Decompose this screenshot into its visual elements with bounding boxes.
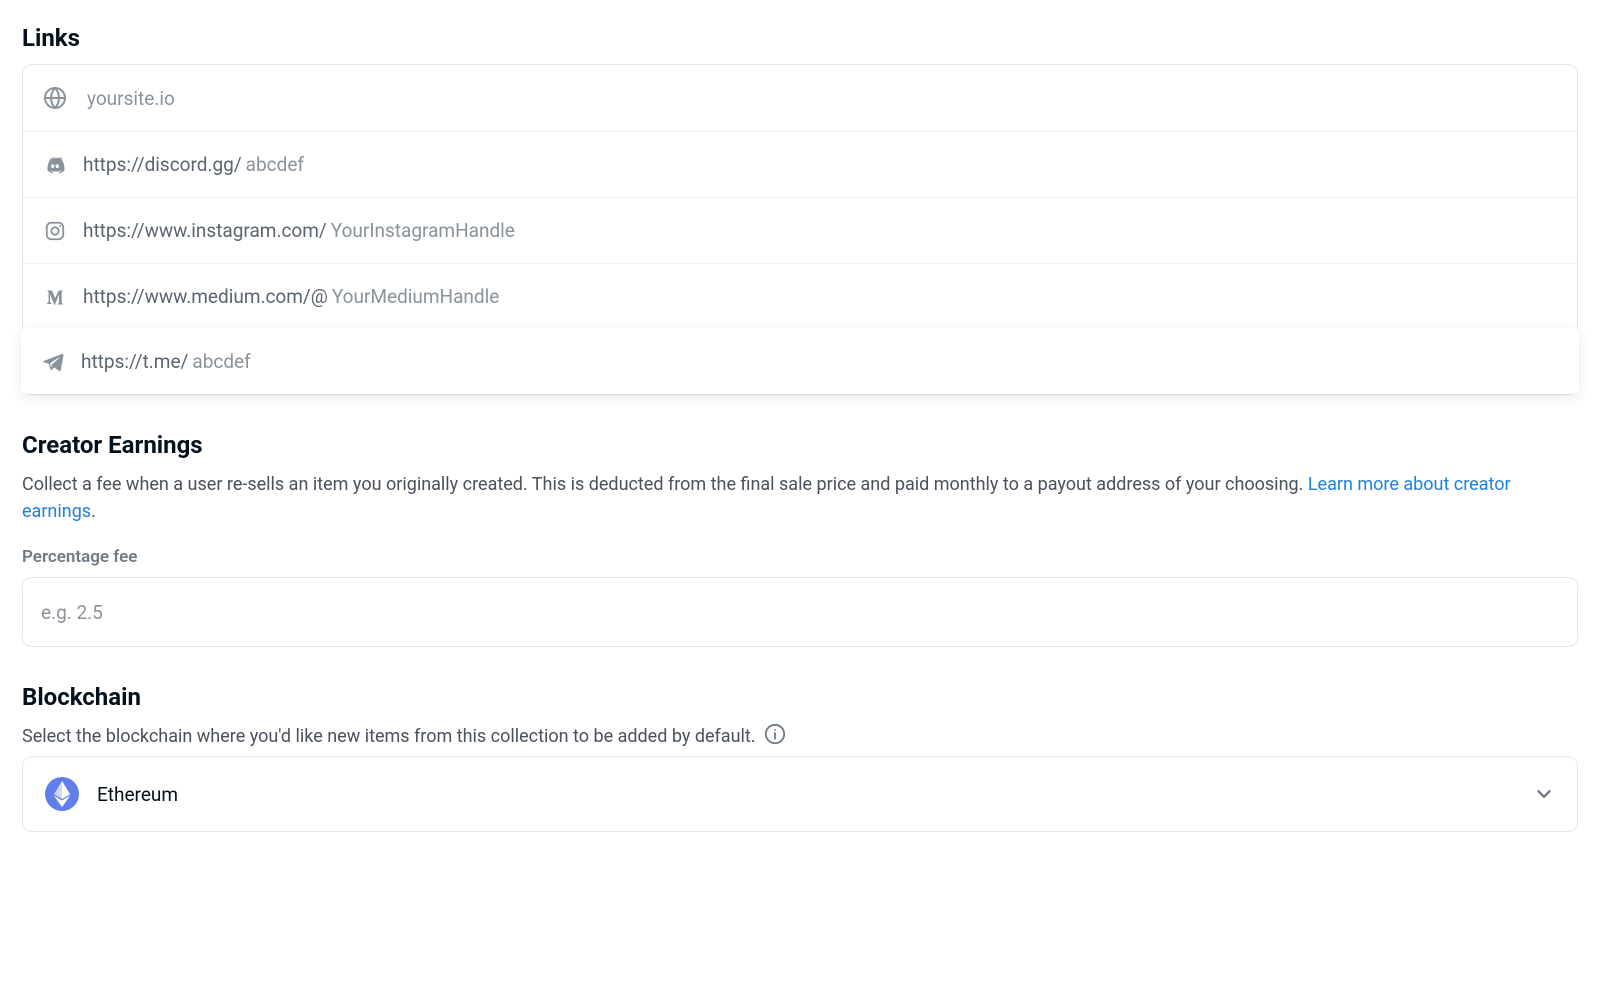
globe-icon	[41, 86, 69, 110]
blockchain-selected-label: Ethereum	[97, 783, 1533, 806]
blockchain-description: Select the blockchain where you'd like n…	[22, 723, 1578, 750]
telegram-icon	[39, 350, 67, 374]
links-section: Links https://discord.gg/ https://www.in…	[22, 24, 1578, 395]
blockchain-description-text: Select the blockchain where you'd like n…	[22, 726, 756, 747]
instagram-icon	[41, 220, 69, 242]
links-box: https://discord.gg/ https://www.instagra…	[22, 64, 1578, 395]
blockchain-heading: Blockchain	[22, 683, 1578, 711]
instagram-prefix: https://www.instagram.com/	[83, 219, 327, 242]
blockchain-section: Blockchain Select the blockchain where y…	[22, 683, 1578, 832]
earnings-section: Creator Earnings Collect a fee when a us…	[22, 431, 1578, 647]
earnings-heading: Creator Earnings	[22, 431, 1578, 459]
link-row-telegram[interactable]: https://t.me/	[21, 328, 1579, 394]
links-heading: Links	[22, 24, 1578, 52]
link-row-medium[interactable]: https://www.medium.com/@	[23, 263, 1577, 329]
telegram-prefix: https://t.me/	[81, 350, 188, 373]
link-row-website[interactable]	[23, 65, 1577, 131]
earnings-description-text: Collect a fee when a user re-sells an it…	[22, 474, 1303, 495]
earnings-description: Collect a fee when a user re-sells an it…	[22, 471, 1578, 525]
telegram-input[interactable]	[188, 350, 1561, 373]
chevron-down-icon	[1533, 783, 1555, 805]
link-row-instagram[interactable]: https://www.instagram.com/	[23, 197, 1577, 263]
link-row-discord[interactable]: https://discord.gg/	[23, 131, 1577, 197]
percentage-fee-input[interactable]	[22, 577, 1578, 647]
medium-input[interactable]	[328, 285, 1559, 308]
blockchain-select[interactable]: Ethereum	[22, 756, 1578, 832]
discord-input[interactable]	[242, 153, 1559, 176]
ethereum-icon	[45, 777, 79, 811]
instagram-input[interactable]	[327, 219, 1559, 242]
discord-prefix: https://discord.gg/	[83, 153, 242, 176]
percentage-fee-label: Percentage fee	[22, 547, 1578, 567]
info-icon[interactable]	[764, 723, 786, 745]
website-input[interactable]	[83, 87, 1559, 110]
medium-icon	[41, 285, 69, 309]
medium-prefix: https://www.medium.com/@	[83, 285, 328, 308]
discord-icon	[41, 153, 69, 177]
